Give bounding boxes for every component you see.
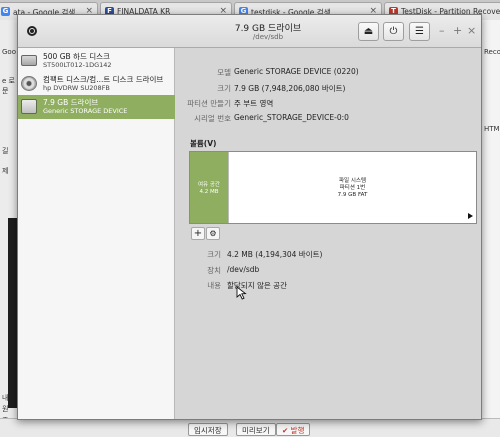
selection-size-row: 크기 4.2 MB (4,194,304 바이트): [176, 249, 476, 261]
property-value: 4.2 MB (4,194,304 바이트): [227, 250, 323, 259]
eject-icon: ⏏: [363, 26, 374, 37]
hard-disk-icon: [21, 55, 37, 66]
window-subtitle: /dev/sdb: [252, 33, 284, 41]
save-draft-button[interactable]: 임시저장: [188, 423, 228, 436]
volume-map: 여유 공간 4.2 MB 파일 시스템 파티션 1번 7.9 GB FAT: [189, 151, 477, 224]
maximize-button[interactable]: +: [453, 25, 462, 37]
property-value: 7.9 GB (7,948,206,080 바이트): [234, 84, 346, 93]
partition-segment[interactable]: 파일 시스템 파티션 1번 7.9 GB FAT: [228, 152, 476, 223]
page-text-fragment: HTM: [484, 125, 500, 133]
property-key: 크기: [217, 84, 231, 93]
page-text-fragment: 원: [2, 405, 9, 413]
segment-name: 파티션 1번: [339, 185, 366, 191]
device-item-optical-drive[interactable]: 컴팩트 디스크/컴...트 디스크 드라이브 hp DVDRW SU208FB: [18, 72, 175, 96]
page-text-fragment: 제: [2, 167, 9, 175]
hamburger-menu-icon: ☰: [415, 26, 424, 37]
window-titlebar[interactable]: 7.9 GB 드라이브 /dev/sdb ⏏ ⏻ ☰ – + ×: [18, 15, 481, 48]
property-key: 내용: [207, 281, 221, 290]
drive-details-panel: 모델 Generic STORAGE DEVICE (0220) 크기 7.9 …: [176, 48, 481, 419]
property-value: Generic STORAGE DEVICE (0220): [234, 67, 359, 76]
gears-icon: ⚙: [209, 229, 217, 238]
segment-size: 4.2 MB: [199, 189, 219, 195]
volumes-heading: 볼륨(V): [190, 139, 217, 148]
property-key: 파티션 만들기: [187, 99, 231, 108]
partitioning-row: 파티션 만들기 주 부트 영역: [176, 98, 476, 110]
device-list: 500 GB 하드 디스크 ST500LT012-1DG142 컴팩트 디스크/…: [18, 48, 175, 419]
segment-name: 여유 공간: [198, 182, 220, 188]
serial-number-row: 시리얼 번호 Generic_STORAGE_DEVICE-0:0: [176, 113, 476, 125]
page-text-fragment: Recover: [484, 48, 500, 56]
property-key: 시리얼 번호: [194, 114, 231, 123]
app-menu-icon[interactable]: [25, 24, 39, 38]
power-icon: ⏻: [389, 26, 398, 37]
plus-icon: +: [193, 228, 203, 239]
property-value: /dev/sdb: [227, 265, 260, 274]
free-space-segment[interactable]: 여유 공간 4.2 MB: [190, 152, 228, 223]
publish-label: 발행: [290, 426, 305, 435]
drive-menu-button[interactable]: ☰: [409, 22, 430, 41]
page-text-fragment: Goo: [2, 48, 16, 56]
selection-device-row: 장치 /dev/sdb: [176, 265, 476, 277]
property-key: 모델: [217, 68, 231, 77]
property-key: 장치: [207, 266, 221, 275]
optical-disc-icon: [21, 76, 37, 91]
page-text-fragment: 내: [2, 394, 9, 402]
device-item-usb-drive[interactable]: 7.9 GB 드라이브 Generic STORAGE DEVICE: [18, 95, 175, 119]
property-key: 크기: [207, 250, 221, 259]
property-value: 주 부트 영역: [234, 99, 274, 108]
device-detail: ST500LT012-1DG142: [43, 61, 112, 69]
editor-bottom-bar: 임시저장 미리보기 ✔ 발행: [0, 418, 500, 437]
device-detail: Generic STORAGE DEVICE: [43, 107, 128, 115]
device-detail: hp DVDRW SU208FB: [43, 84, 110, 92]
drive-model-row: 모델 Generic STORAGE DEVICE (0220): [176, 67, 476, 79]
power-off-button[interactable]: ⏻: [383, 22, 404, 41]
disks-window: 7.9 GB 드라이브 /dev/sdb ⏏ ⏻ ☰ – + × 500 GB …: [17, 14, 482, 420]
eject-button[interactable]: ⏏: [358, 22, 379, 41]
drive-size-row: 크기 7.9 GB (7,948,206,080 바이트): [176, 83, 476, 95]
mouse-cursor-icon: [236, 286, 247, 300]
segment-type: 파일 시스템: [338, 178, 367, 184]
preview-button[interactable]: 미리보기: [236, 423, 276, 436]
device-item-hard-disk[interactable]: 500 GB 하드 디스크 ST500LT012-1DG142: [18, 49, 175, 73]
google-icon: G: [1, 7, 10, 16]
publish-button[interactable]: ✔ 발행: [276, 423, 311, 436]
create-partition-button[interactable]: +: [191, 227, 205, 240]
selection-contents-row: 내용 할당되지 않은 공간: [176, 280, 476, 292]
close-button[interactable]: ×: [467, 25, 476, 37]
partition-options-button[interactable]: ⚙: [206, 227, 220, 240]
segment-size: 7.9 GB FAT: [337, 192, 368, 198]
browser-page-right-edge: Recover HTM: [480, 20, 500, 437]
usb-drive-icon: [21, 99, 37, 114]
mount-play-icon[interactable]: [468, 213, 473, 219]
page-text-fragment: 길: [2, 147, 9, 155]
minimize-button[interactable]: –: [439, 25, 445, 37]
property-value: Generic_STORAGE_DEVICE-0:0: [234, 113, 349, 122]
